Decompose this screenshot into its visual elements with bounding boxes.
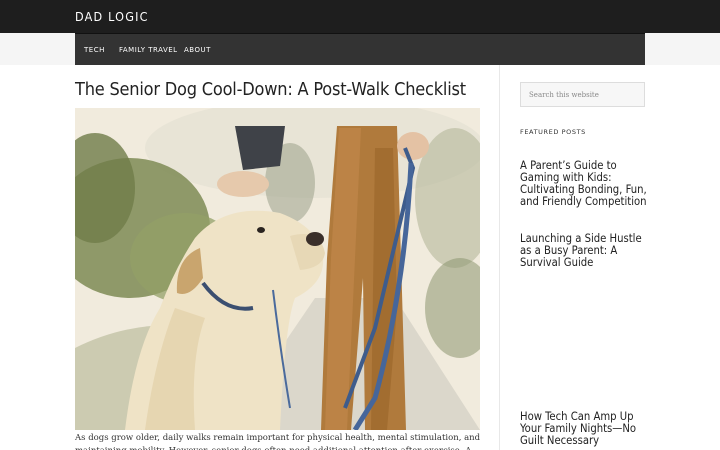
nav-item-tech[interactable]: TECH [84,46,105,54]
site-header: DAD LOGIC [0,0,720,33]
primary-nav: TECH FAMILY TRAVEL ABOUT [75,33,645,65]
featured-post-link[interactable]: Launching a Side Hustle as a Busy Parent… [520,233,650,269]
post-excerpt: As dogs grow older, daily walks remain i… [75,433,481,450]
post-title[interactable]: The Senior Dog Cool-Down: A Post-Walk Ch… [75,79,466,100]
site-title[interactable]: DAD LOGIC [75,9,149,24]
sidebar-divider [499,65,500,450]
featured-image [75,108,480,430]
nav-item-family-travel[interactable]: FAMILY TRAVEL [119,46,178,54]
search-input[interactable] [520,82,645,107]
featured-post-link[interactable]: How Tech Can Amp Up Your Family Nights—N… [520,411,650,447]
featured-post-link[interactable]: A Parent’s Guide to Gaming with Kids: Cu… [520,160,650,208]
featured-posts-heading: FEATURED POSTS [520,128,586,136]
nav-item-about[interactable]: ABOUT [184,46,211,54]
dog-walk-illustration [75,108,480,430]
